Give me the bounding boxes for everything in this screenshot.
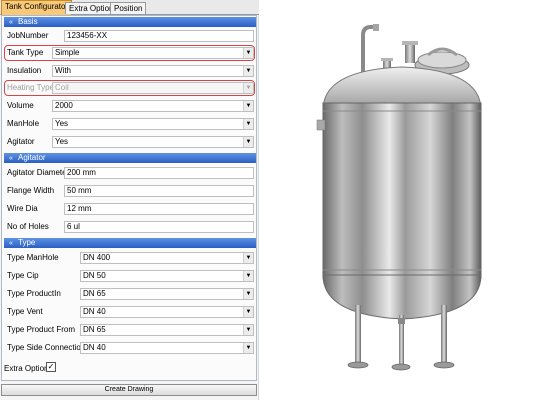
row-tank-type: Tank Type Simple ▼	[4, 46, 256, 60]
tank-type-select[interactable]: Simple ▼	[52, 47, 254, 59]
dropdown-arrow-icon[interactable]: ▼	[243, 101, 253, 111]
type-manhole-value: DN 400	[83, 253, 111, 262]
type-vent-select[interactable]: DN 40 ▼	[80, 306, 254, 318]
agitator-select[interactable]: Yes ▼	[52, 136, 254, 148]
row-type-product-in: Type ProductIn DN 65 ▼	[4, 287, 256, 301]
dropdown-arrow-icon[interactable]: ▼	[243, 271, 253, 281]
heating-type-value: Coil	[55, 83, 69, 92]
row-wire-dia: Wire Dia 12 mm	[4, 202, 256, 216]
row-type-vent: Type Vent DN 40 ▼	[4, 305, 256, 319]
dropdown-arrow-icon: ▼	[243, 83, 253, 93]
insulation-label: Insulation	[7, 66, 42, 75]
type-product-in-select[interactable]: DN 65 ▼	[80, 288, 254, 300]
extra-option-label: Extra Option	[4, 364, 49, 373]
job-number-label: JobNumber	[7, 31, 49, 40]
double-chevron-up-icon: «	[9, 19, 13, 26]
volume-label: Volume	[7, 101, 34, 110]
type-cip-value: DN 50	[83, 271, 106, 280]
wire-dia-field[interactable]: 12 mm	[64, 203, 254, 215]
dropdown-arrow-icon[interactable]: ▼	[243, 343, 253, 353]
checkmark-icon: ✓	[47, 362, 55, 371]
section-type-header[interactable]: « Type	[4, 238, 256, 248]
dropdown-arrow-icon[interactable]: ▼	[243, 325, 253, 335]
tab-bar: Tank Configurator Extra Option Position	[0, 0, 259, 15]
agitator-diameter-field[interactable]: 200 mm	[64, 167, 254, 179]
agitator-value: Yes	[55, 137, 69, 146]
row-manhole: ManHole Yes ▼	[4, 117, 256, 131]
extra-option-checkbox[interactable]: ✓	[46, 362, 56, 372]
row-heating-type: Heating Type Coil ▼	[4, 81, 256, 95]
tank-type-value: Simple	[55, 48, 80, 57]
type-product-in-value: DN 65	[83, 289, 106, 298]
insulation-value: With	[55, 66, 71, 75]
section-agitator-title: Agitator	[18, 153, 46, 162]
volume-select[interactable]: 2000 ▼	[52, 100, 254, 112]
create-drawing-button[interactable]: Create Drawing	[1, 384, 257, 396]
dropdown-arrow-icon[interactable]: ▼	[243, 48, 253, 58]
type-product-from-value: DN 65	[83, 325, 106, 334]
no-of-holes-label: No of Holes	[7, 222, 49, 231]
tab-position[interactable]: Position	[110, 2, 147, 14]
flange-width-label: Flange Width	[7, 186, 55, 195]
row-flange-width: Flange Width 50 mm	[4, 184, 256, 198]
heating-type-select: Coil ▼	[52, 82, 254, 94]
type-manhole-label: Type ManHole	[7, 253, 59, 262]
insulation-select[interactable]: With ▼	[52, 65, 254, 77]
row-volume: Volume 2000 ▼	[4, 99, 256, 113]
agitator-diameter-label: Agitator Diameter	[7, 168, 70, 177]
no-of-holes-field[interactable]: 6 ul	[64, 221, 254, 233]
tab-tank-configurator[interactable]: Tank Configurator	[1, 0, 73, 15]
agitator-label: Agitator	[7, 137, 35, 146]
row-agitator-diameter: Agitator Diameter 200 mm	[4, 166, 256, 180]
manhole-select[interactable]: Yes ▼	[52, 118, 254, 130]
row-type-product-from: Type Product From DN 65 ▼	[4, 323, 256, 337]
row-type-side-connection: Type Side Connection DN 40 ▼	[4, 341, 256, 355]
section-basis-header[interactable]: « Basis	[4, 17, 256, 27]
type-cip-select[interactable]: DN 50 ▼	[80, 270, 254, 282]
tank-preview-image	[316, 24, 482, 371]
dropdown-arrow-icon[interactable]: ▼	[243, 119, 253, 129]
dropdown-arrow-icon[interactable]: ▼	[243, 66, 253, 76]
type-product-from-label: Type Product From	[7, 325, 76, 334]
configurator-panel: Tank Configurator Extra Option Position …	[0, 0, 259, 400]
type-manhole-select[interactable]: DN 400 ▼	[80, 252, 254, 264]
type-product-in-label: Type ProductIn	[7, 289, 61, 298]
type-side-connection-value: DN 40	[83, 343, 106, 352]
type-side-connection-select[interactable]: DN 40 ▼	[80, 342, 254, 354]
wire-dia-label: Wire Dia	[7, 204, 38, 213]
dropdown-arrow-icon[interactable]: ▼	[243, 307, 253, 317]
tank-type-label: Tank Type	[7, 48, 44, 57]
section-agitator-header[interactable]: « Agitator	[4, 153, 256, 163]
manhole-value: Yes	[55, 119, 69, 128]
dropdown-arrow-icon[interactable]: ▼	[243, 289, 253, 299]
double-chevron-up-icon: «	[9, 240, 13, 247]
row-agitator: Agitator Yes ▼	[4, 135, 256, 149]
row-type-cip: Type Cip DN 50 ▼	[4, 269, 256, 283]
section-type-title: Type	[18, 238, 36, 247]
manhole-label: ManHole	[7, 119, 40, 128]
type-vent-label: Type Vent	[7, 307, 43, 316]
heating-type-label: Heating Type	[7, 83, 54, 92]
row-type-manhole: Type ManHole DN 400 ▼	[4, 251, 256, 265]
property-grid: « Basis JobNumber 123456-XX Tank Type Sim…	[1, 15, 257, 381]
row-insulation: Insulation With ▼	[4, 64, 256, 78]
type-product-from-select[interactable]: DN 65 ▼	[80, 324, 254, 336]
dropdown-arrow-icon[interactable]: ▼	[243, 253, 253, 263]
section-basis-title: Basis	[18, 17, 38, 26]
type-cip-label: Type Cip	[7, 271, 39, 280]
row-job-number: JobNumber 123456-XX	[4, 29, 256, 43]
row-no-of-holes: No of Holes 6 ul	[4, 220, 256, 234]
double-chevron-up-icon: «	[9, 155, 13, 162]
dropdown-arrow-icon[interactable]: ▼	[243, 137, 253, 147]
flange-width-field[interactable]: 50 mm	[64, 185, 254, 197]
type-vent-value: DN 40	[83, 307, 106, 316]
job-number-field[interactable]: 123456-XX	[64, 30, 254, 42]
volume-value: 2000	[55, 101, 73, 110]
type-side-connection-label: Type Side Connection	[7, 343, 86, 352]
